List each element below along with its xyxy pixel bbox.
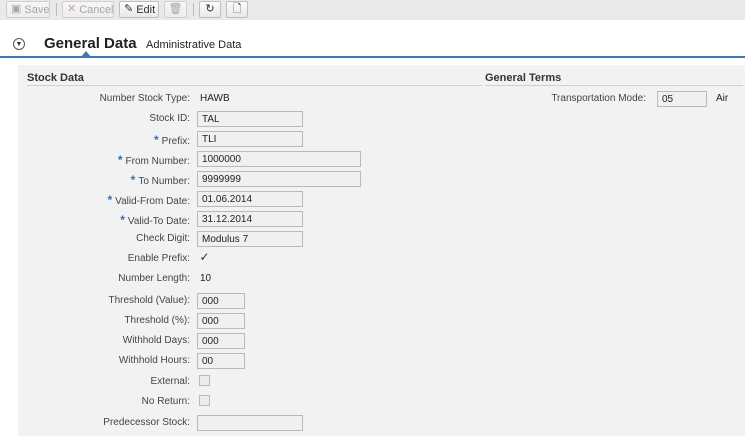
required-marker: * [153, 133, 159, 147]
toolbar: ▣ Save ✕ Cancel ✎ Edit 🗑 ↻ 🗋 [0, 0, 745, 21]
to-number-field[interactable]: 9999999 [197, 171, 361, 187]
general-terms-title: General Terms [485, 72, 562, 84]
save-button-label: Save [24, 3, 50, 16]
threshold-percent-field[interactable]: 000 [197, 313, 245, 329]
stock-id-field[interactable]: TAL [197, 111, 303, 127]
threshold-value-field[interactable]: 000 [197, 293, 245, 309]
edit-button[interactable]: ✎ Edit [119, 1, 159, 18]
number-stock-type-label: Number Stock Type: [99, 93, 190, 104]
number-length-value: 10 [200, 273, 212, 284]
save-button[interactable]: ▣ Save [6, 1, 50, 18]
transportation-mode-text: Air [716, 93, 729, 104]
enable-prefix-label: Enable Prefix: [127, 253, 190, 264]
threshold-value-label: Threshold (Value): [108, 295, 190, 306]
tab-general-data[interactable]: General Data [44, 35, 137, 52]
external-checkbox[interactable] [199, 375, 210, 386]
prefix-label: * Prefix: [153, 133, 190, 147]
stock-id-label: Stock ID: [149, 113, 190, 124]
valid-to-date-field[interactable]: 31.12.2014 [197, 211, 303, 227]
enable-prefix-checkbox[interactable]: ✓ [199, 251, 210, 264]
collapse-toggle-icon[interactable]: ▼ [13, 38, 25, 50]
from-number-field[interactable]: 1000000 [197, 151, 361, 167]
stock-data-divider [27, 85, 482, 86]
refresh-icon: ↻ [205, 3, 215, 15]
stock-data-title: Stock Data [27, 72, 84, 84]
refresh-button[interactable]: ↻ [199, 1, 221, 18]
predecessor-stock-field[interactable] [197, 415, 303, 431]
required-marker: * [130, 173, 136, 187]
no-return-checkbox[interactable] [199, 395, 210, 406]
cancel-x-icon: ✕ [67, 3, 77, 15]
pencil-icon: ✎ [124, 3, 134, 15]
new-document-button[interactable]: 🗋 [226, 1, 248, 18]
withhold-days-field[interactable]: 000 [197, 333, 245, 349]
save-icon: ▣ [11, 3, 22, 15]
required-marker: * [120, 213, 125, 227]
general-terms-divider [485, 85, 743, 86]
number-length-label: Number Length: [118, 273, 190, 284]
no-return-label: No Return: [141, 396, 190, 407]
from-number-label: * From Number: [117, 153, 190, 167]
form-panel: Stock Data General Terms Number Stock Ty… [18, 65, 745, 436]
withhold-hours-label: Withhold Hours: [118, 355, 190, 366]
threshold-percent-label: Threshold (%): [124, 315, 190, 326]
withhold-days-label: Withhold Days: [122, 335, 190, 346]
prefix-field[interactable]: TLI [197, 131, 303, 147]
transportation-mode-label: Transportation Mode: [551, 93, 646, 104]
tab-administrative-data[interactable]: Administrative Data [146, 39, 241, 51]
cancel-button-label: Cancel [79, 3, 114, 16]
valid-from-date-field[interactable]: 01.06.2014 [197, 191, 303, 207]
check-digit-field[interactable]: Modulus 7 [197, 231, 303, 247]
document-icon: 🗋 [232, 3, 242, 15]
trash-icon: 🗑 [168, 3, 183, 15]
predecessor-stock-label: Predecessor Stock: [103, 417, 190, 428]
transportation-mode-field[interactable]: 05 [657, 91, 707, 107]
toolbar-separator [56, 3, 57, 16]
number-stock-type-value: HAWB [200, 93, 230, 104]
required-marker: * [117, 153, 123, 167]
withhold-hours-field[interactable]: 00 [197, 353, 245, 369]
cancel-button[interactable]: ✕ Cancel [62, 1, 114, 18]
check-digit-label: Check Digit: [136, 233, 190, 244]
delete-button[interactable]: 🗑 [164, 1, 187, 18]
external-label: External: [150, 376, 190, 387]
to-number-label: * To Number: [130, 173, 190, 187]
valid-from-label: * Valid-From Date: [107, 193, 190, 207]
valid-to-label: * Valid-To Date: [120, 213, 190, 227]
toolbar-separator [193, 3, 194, 16]
edit-button-label: Edit [136, 3, 156, 16]
required-marker: * [107, 193, 113, 207]
tab-underline [0, 56, 745, 58]
